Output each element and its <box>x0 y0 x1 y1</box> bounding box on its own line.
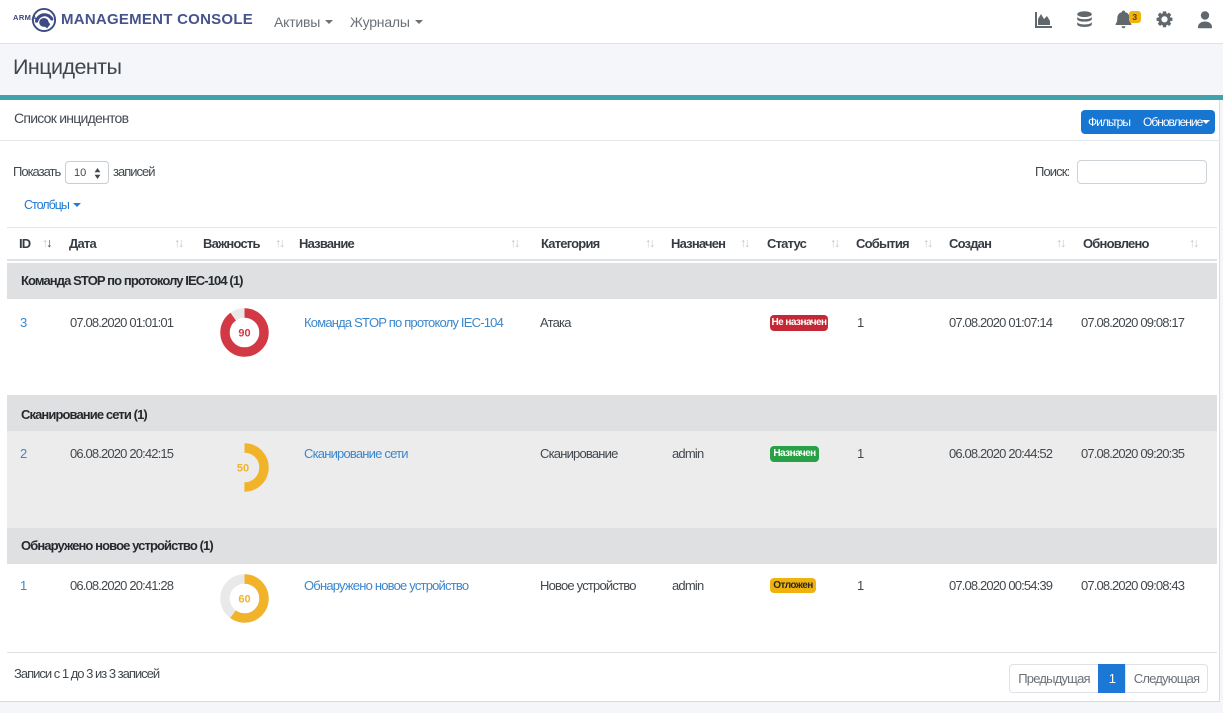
svg-text:60: 60 <box>238 594 250 606</box>
svg-text:90: 90 <box>238 328 250 340</box>
svg-text:50: 50 <box>237 463 249 475</box>
